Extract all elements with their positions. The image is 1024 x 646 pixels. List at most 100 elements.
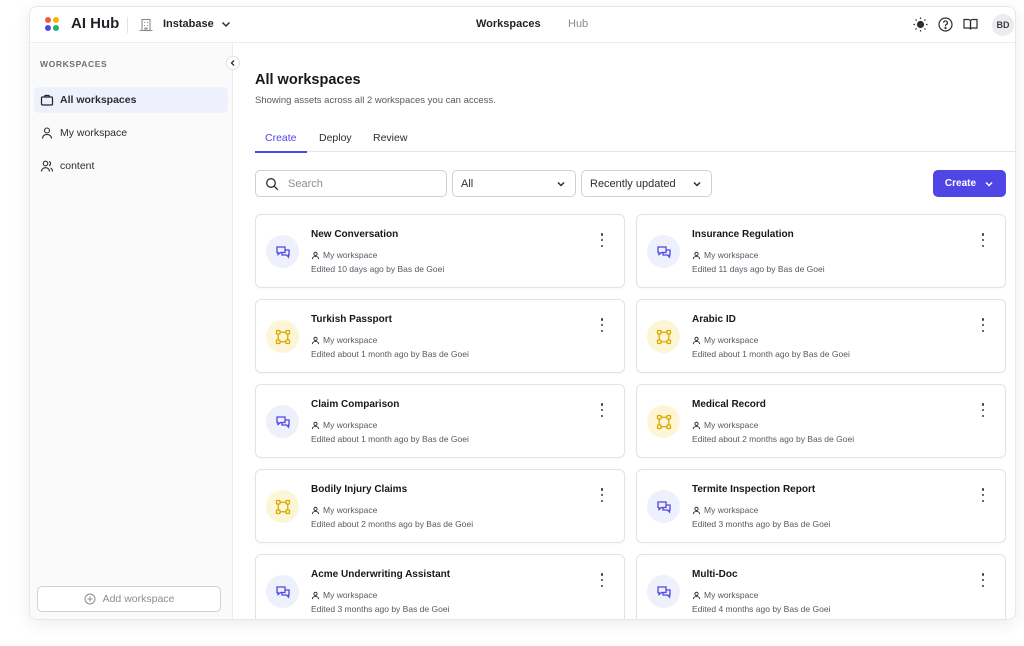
sidebar-item-my-workspace[interactable]: My workspace (34, 120, 228, 146)
asset-card-workspace: My workspace (311, 590, 377, 600)
asset-card-workspace: My workspace (311, 505, 377, 515)
sidebar-item-all-workspaces[interactable]: All workspaces (34, 87, 228, 113)
asset-card-workspace-label: My workspace (323, 420, 378, 430)
more-vertical-icon[interactable] (980, 488, 986, 502)
asset-card-edited: Edited 10 days ago by Bas de Goei (311, 264, 445, 274)
briefcase-icon (40, 94, 54, 106)
flow-icon (275, 499, 290, 514)
chat-icon (656, 585, 671, 599)
asset-card[interactable]: Insurance Regulation My workspace Edited 1… (636, 214, 1006, 288)
chevron-down-icon[interactable] (220, 18, 232, 30)
search-icon (266, 177, 279, 190)
chevron-down-icon (693, 181, 701, 187)
asset-card[interactable]: Acme Underwriting Assistant My workspace E… (255, 554, 625, 619)
asset-card-workspace-label: My workspace (704, 420, 759, 430)
sort-select[interactable]: Recently updated (581, 170, 712, 197)
sidebar-heading: WORKSPACES (40, 59, 108, 69)
chat-icon-badge (266, 575, 299, 608)
asset-card-workspace: My workspace (692, 420, 758, 430)
user-icon (692, 591, 701, 599)
more-vertical-icon[interactable] (599, 573, 605, 587)
chat-icon-badge (647, 235, 680, 268)
asset-card-workspace-label: My workspace (323, 335, 378, 345)
asset-card-title[interactable]: Arabic ID (692, 314, 736, 325)
more-vertical-icon[interactable] (980, 573, 986, 587)
asset-card-edited: Edited about 1 month ago by Bas de Goei (692, 349, 850, 359)
flow-icon-badge (647, 405, 680, 438)
nav-workspaces[interactable]: Workspaces (476, 18, 541, 30)
asset-card-title[interactable]: Medical Record (692, 399, 766, 410)
org-switcher-label[interactable]: Instabase (163, 18, 214, 30)
asset-card-title[interactable]: New Conversation (311, 229, 398, 240)
asset-card-workspace: My workspace (311, 250, 377, 260)
tab-create[interactable]: Create (265, 132, 297, 144)
asset-card-workspace-label: My workspace (323, 505, 378, 515)
chevron-down-icon (557, 181, 565, 187)
add-workspace-button[interactable]: Add workspace (37, 586, 221, 612)
asset-card-title[interactable]: Bodily Injury Claims (311, 484, 407, 495)
create-button[interactable]: Create (933, 170, 1006, 197)
asset-card-workspace: My workspace (311, 335, 377, 345)
user-icon (692, 506, 701, 514)
nav-hub[interactable]: Hub (568, 18, 588, 30)
collapse-sidebar-button[interactable] (226, 56, 240, 70)
sidebar-item-label: content (60, 160, 95, 172)
more-vertical-icon[interactable] (599, 318, 605, 332)
building-icon (139, 18, 153, 32)
asset-card-edited: Edited 11 days ago by Bas de Goei (692, 264, 825, 274)
asset-card[interactable]: Multi-Doc My workspace Edited 4 months ago… (636, 554, 1006, 619)
user-icon (692, 336, 701, 344)
asset-card-edited: Edited about 1 month ago by Bas de Goei (311, 349, 469, 359)
ai-hub-logo-icon[interactable] (45, 17, 59, 31)
chat-icon (275, 415, 290, 429)
search-box[interactable] (255, 170, 447, 197)
asset-card-workspace-label: My workspace (704, 505, 759, 515)
avatar[interactable]: BD (992, 14, 1014, 36)
user-icon (311, 421, 320, 429)
more-vertical-icon[interactable] (980, 318, 986, 332)
plus-circle-icon (84, 593, 96, 605)
more-vertical-icon[interactable] (599, 233, 605, 247)
user-icon (311, 251, 320, 259)
asset-card-title[interactable]: Turkish Passport (311, 314, 392, 325)
more-vertical-icon[interactable] (599, 488, 605, 502)
search-input[interactable] (288, 177, 438, 190)
tab-review[interactable]: Review (373, 132, 407, 144)
asset-card-edited: Edited 3 months ago by Bas de Goei (692, 519, 831, 529)
asset-card[interactable]: Termite Inspection Report My workspace Edi… (636, 469, 1006, 543)
active-tab-indicator (255, 151, 307, 153)
chat-icon (656, 500, 671, 514)
asset-card-title[interactable]: Insurance Regulation (692, 229, 794, 240)
sun-icon[interactable] (912, 16, 929, 33)
chat-icon (656, 245, 671, 259)
more-vertical-icon[interactable] (599, 403, 605, 417)
flow-icon (275, 329, 290, 344)
asset-card-title[interactable]: Acme Underwriting Assistant (311, 569, 450, 580)
asset-card-title[interactable]: Termite Inspection Report (692, 484, 815, 495)
sidebar-item-content[interactable]: content (34, 153, 228, 179)
user-icon (692, 421, 701, 429)
asset-card-title[interactable]: Claim Comparison (311, 399, 399, 410)
asset-card[interactable]: Bodily Injury Claims My workspace Edited a… (255, 469, 625, 543)
sidebar: WORKSPACES All workspaces My workspace c… (30, 44, 233, 619)
asset-card[interactable]: Medical Record My workspace Edited about 2… (636, 384, 1006, 458)
asset-card-title[interactable]: Multi-Doc (692, 569, 738, 580)
book-open-icon[interactable] (962, 16, 979, 33)
asset-card-workspace: My workspace (692, 590, 758, 600)
help-circle-icon[interactable] (937, 16, 954, 33)
user-icon (311, 336, 320, 344)
user-icon (311, 506, 320, 514)
workspace-filter-select[interactable]: All (452, 170, 576, 197)
asset-card[interactable]: Claim Comparison My workspace Edited about… (255, 384, 625, 458)
asset-card[interactable]: New Conversation My workspace Edited 10 da… (255, 214, 625, 288)
more-vertical-icon[interactable] (980, 233, 986, 247)
user-icon (311, 591, 320, 599)
asset-card-workspace: My workspace (311, 420, 377, 430)
asset-card-edited: Edited 3 months ago by Bas de Goei (311, 604, 450, 614)
asset-card[interactable]: Arabic ID My workspace Edited about 1 mont… (636, 299, 1006, 373)
tab-deploy[interactable]: Deploy (319, 132, 352, 144)
app-name[interactable]: AI Hub (71, 15, 119, 32)
asset-card-workspace: My workspace (692, 505, 758, 515)
asset-card[interactable]: Turkish Passport My workspace Edited about… (255, 299, 625, 373)
more-vertical-icon[interactable] (980, 403, 986, 417)
